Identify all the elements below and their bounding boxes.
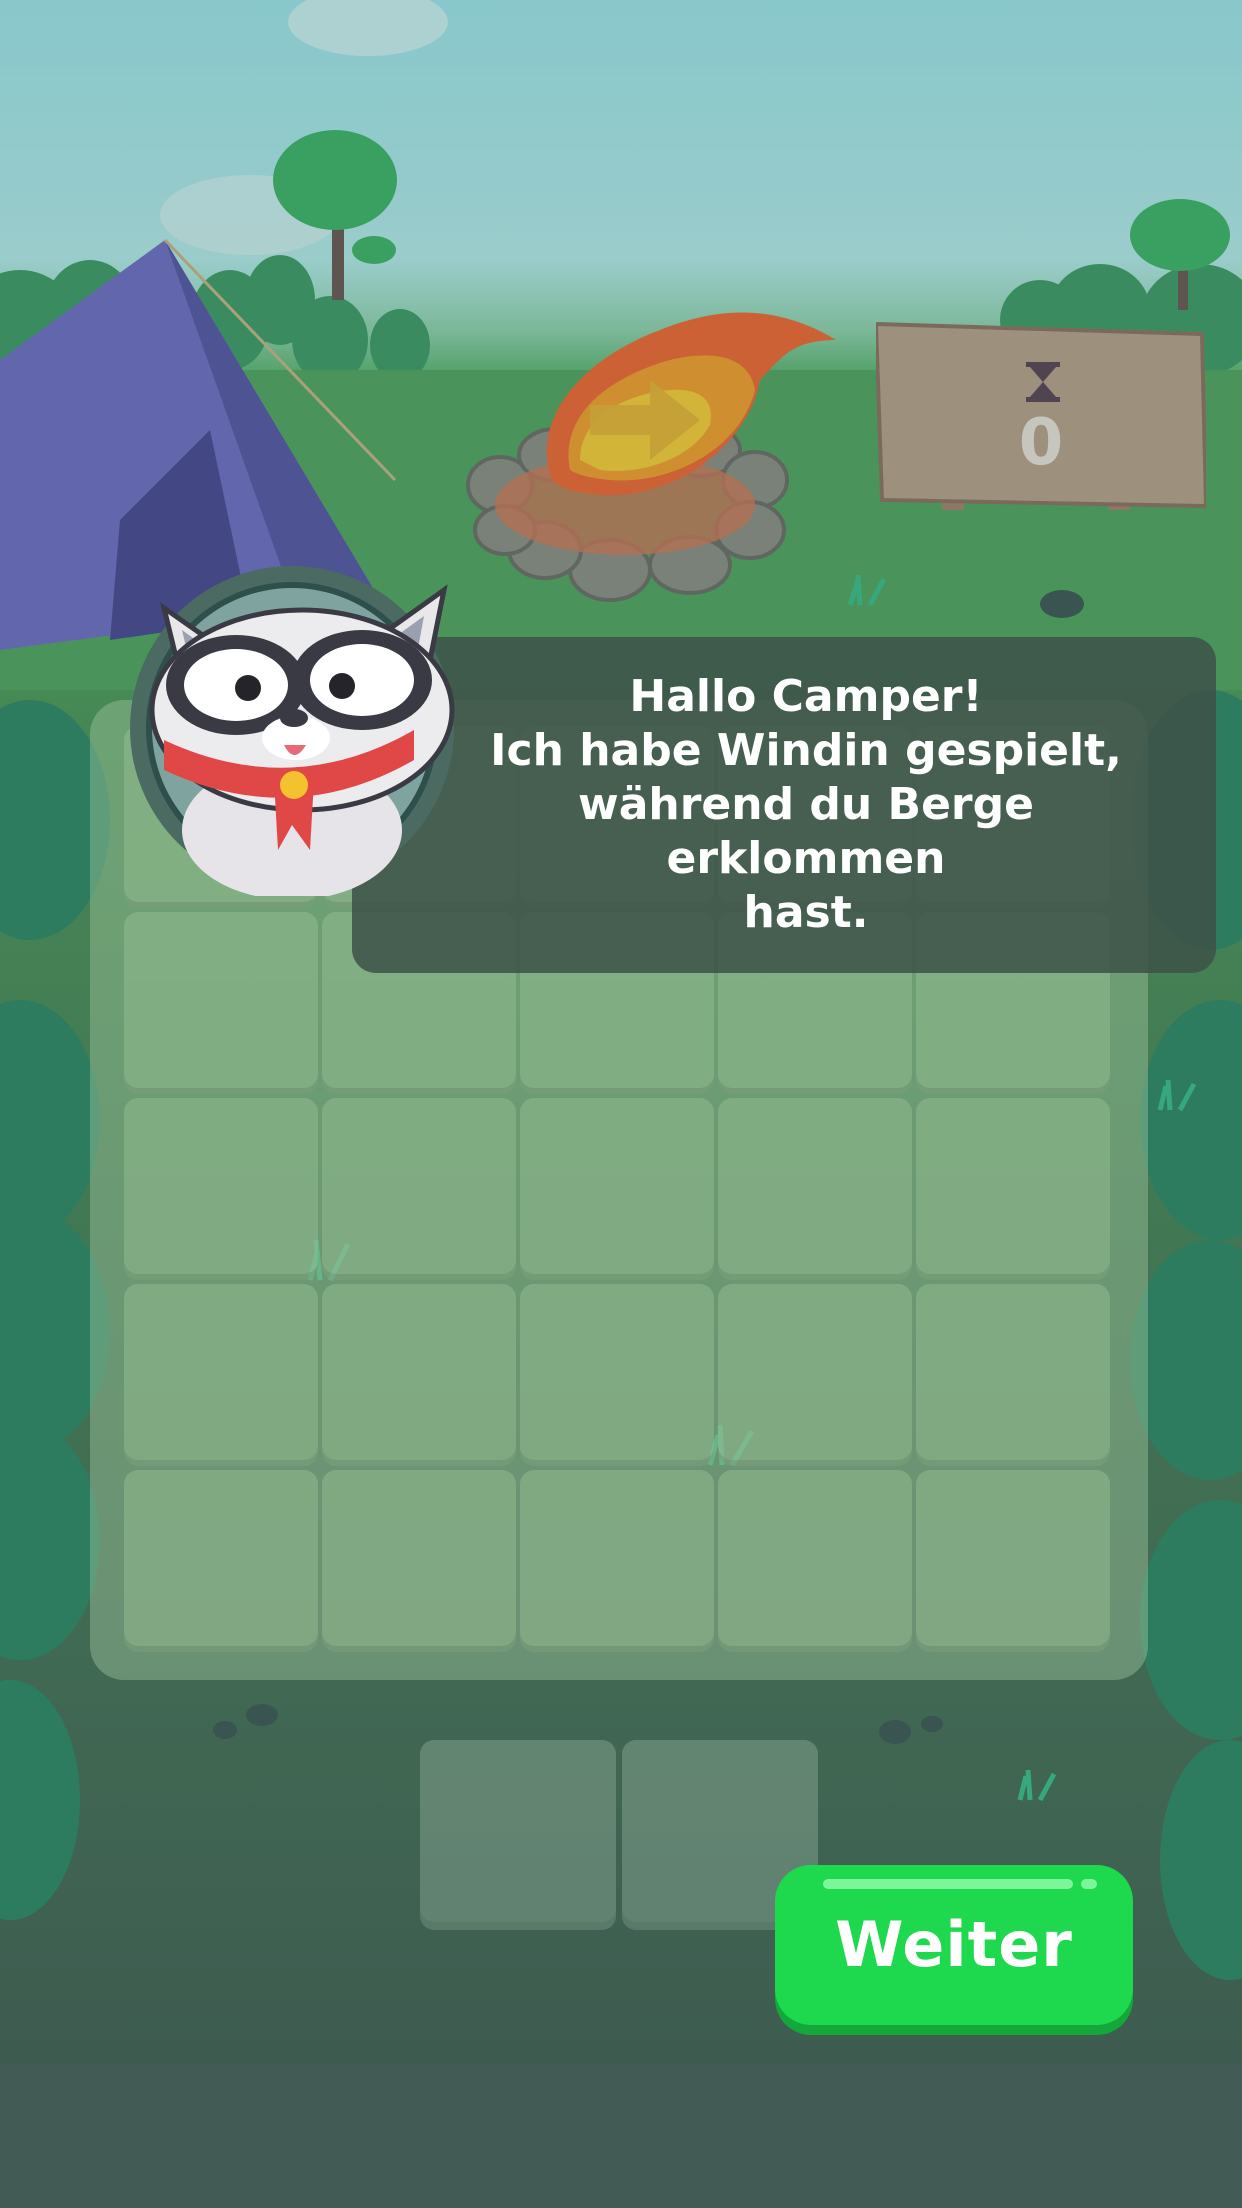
board-cell	[124, 1470, 318, 1652]
board-cell	[520, 1470, 714, 1652]
hourglass-icon	[1026, 362, 1060, 402]
board-cell	[124, 1098, 318, 1280]
tray-slot	[420, 1740, 616, 1930]
board-cell	[520, 1284, 714, 1466]
board-cell	[124, 1284, 318, 1466]
button-shine	[823, 1879, 1073, 1889]
continue-button-label: Weiter	[835, 1907, 1073, 1981]
board-cell	[124, 912, 318, 1094]
campfire-arrow-icon	[546, 312, 836, 496]
board-cell	[718, 1098, 912, 1280]
board-cell	[718, 1470, 912, 1652]
game-scene: 0 Hallo Camper! Ich habe Windin gespielt…	[0, 0, 1242, 2208]
board-cell	[718, 1284, 912, 1466]
bottom-bar	[0, 2064, 1242, 2208]
dialog-text: Hallo Camper! Ich habe Windin gespielt, …	[490, 671, 1122, 938]
board-cell	[916, 1470, 1110, 1652]
board-cell	[322, 1098, 516, 1280]
score-sign: 0	[876, 320, 1206, 510]
board-cell	[520, 1098, 714, 1280]
board-cell	[916, 1284, 1110, 1466]
raccoon-avatar	[130, 566, 455, 896]
continue-button[interactable]: Weiter	[775, 1865, 1133, 2025]
score-value: 0	[1018, 406, 1064, 480]
piece-tray	[420, 1740, 822, 1930]
board-cell	[322, 1284, 516, 1466]
speech-dialog: Hallo Camper! Ich habe Windin gespielt, …	[352, 637, 1216, 973]
board-cell	[322, 1470, 516, 1652]
button-shine-dot	[1081, 1879, 1097, 1889]
board-cell	[916, 1098, 1110, 1280]
